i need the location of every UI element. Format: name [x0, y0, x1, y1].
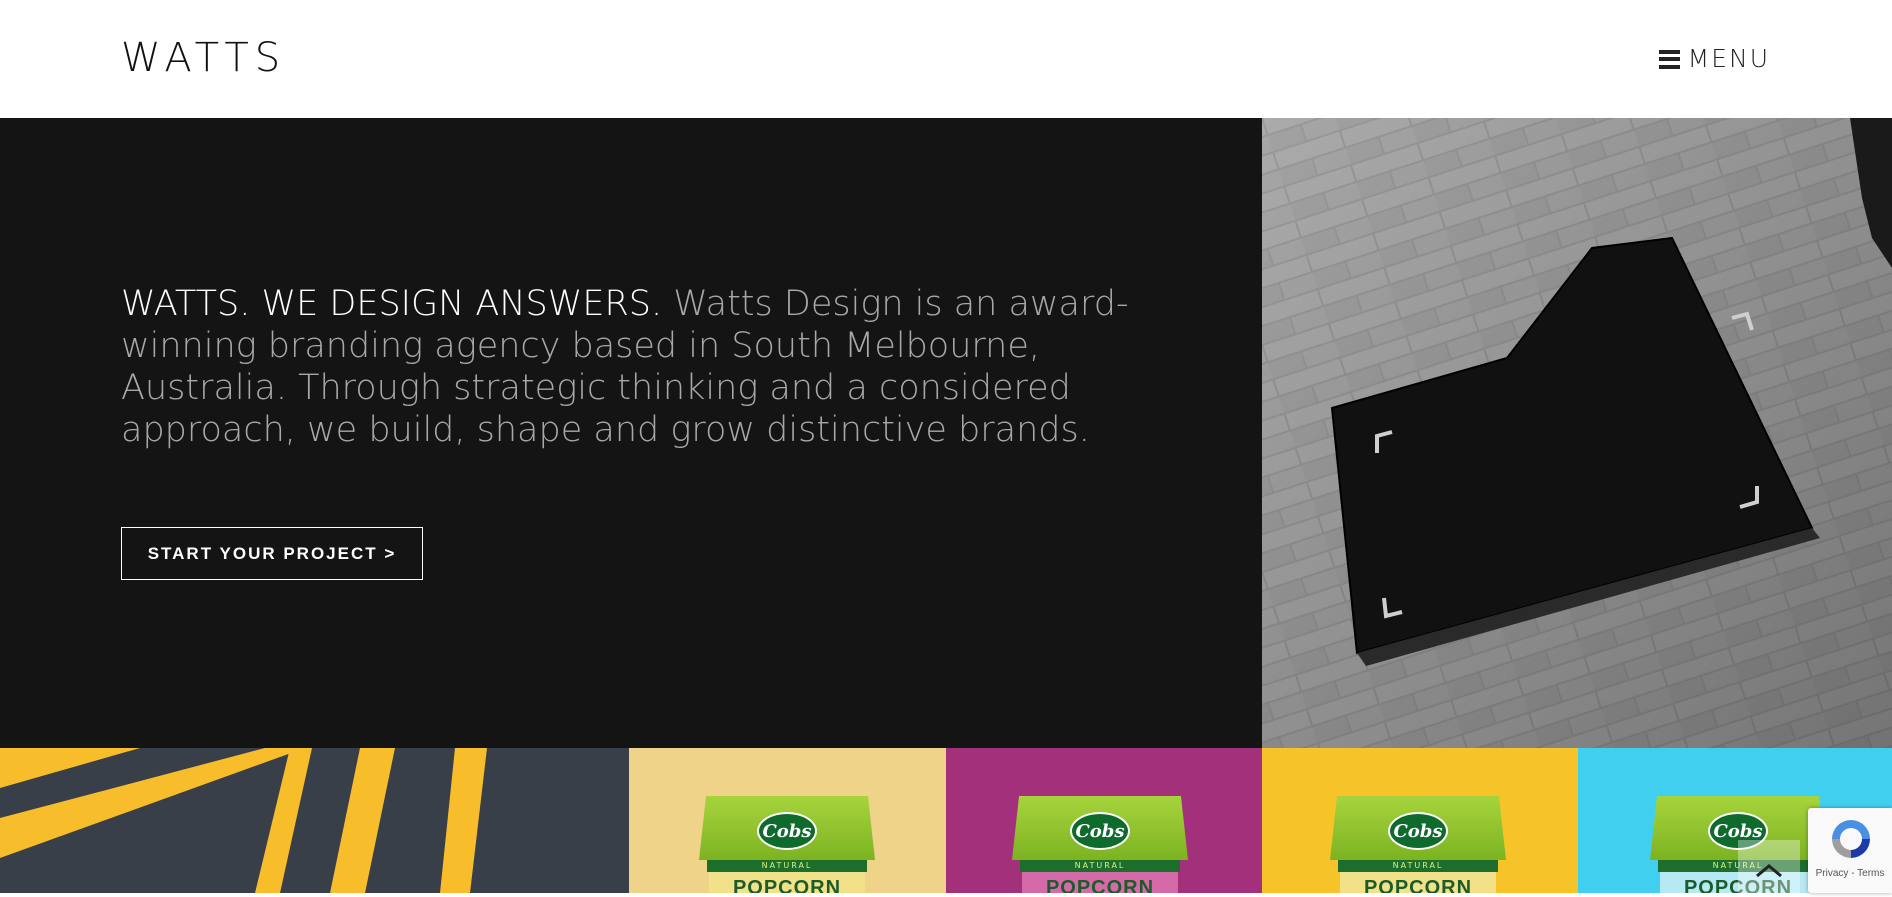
scroll-to-top-button[interactable] — [1738, 840, 1800, 893]
cobs-logo: Cobs — [1070, 812, 1130, 850]
signage-photo — [1262, 118, 1892, 748]
site-logo[interactable]: WATTS — [121, 34, 286, 82]
menu-button[interactable]: MENU — [1658, 44, 1770, 74]
hero-intro: WATTS. WE DESIGN ANSWERS. Watts Design i… — [121, 283, 1131, 451]
popcorn-bag: Cobs NATURAL POPCORN — [1012, 796, 1188, 893]
chevron-up-icon — [1756, 864, 1782, 878]
portfolio-tiles: Cobs NATURAL POPCORN Cobs NATURAL POPCOR… — [0, 748, 1892, 893]
bag-product: POPCORN — [1340, 872, 1496, 893]
popcorn-bag: Cobs NATURAL POPCORN — [699, 796, 875, 893]
hamburger-icon — [1658, 49, 1680, 69]
start-project-button[interactable]: START YOUR PROJECT > — [121, 527, 423, 580]
portfolio-tile-cobs-magenta[interactable]: Cobs NATURAL POPCORN — [946, 748, 1262, 893]
popcorn-bag: Cobs NATURAL POPCORN — [1330, 796, 1506, 893]
bag-band: NATURAL — [707, 860, 867, 872]
stripes-graphic — [0, 748, 487, 893]
recaptcha-terms[interactable]: Privacy - Terms — [1808, 868, 1892, 879]
portfolio-tile-cobs-gold[interactable]: Cobs NATURAL POPCORN — [1262, 748, 1578, 893]
hero-headline: WATTS. WE DESIGN ANSWERS. — [121, 284, 663, 324]
portfolio-tile-cobs-yellow[interactable]: Cobs NATURAL POPCORN — [629, 748, 946, 893]
bag-band: NATURAL — [1020, 860, 1180, 872]
hero-section: WATTS. WE DESIGN ANSWERS. Watts Design i… — [0, 118, 1262, 748]
site-header: WATTS MENU — [0, 0, 1892, 118]
cobs-logo: Cobs — [757, 812, 817, 850]
bag-band: NATURAL — [1338, 860, 1498, 872]
recaptcha-icon — [1832, 820, 1870, 858]
menu-label: MENU — [1687, 44, 1770, 73]
recaptcha-badge[interactable]: Privacy - Terms — [1808, 808, 1892, 893]
bag-product: POPCORN — [1022, 872, 1178, 893]
portfolio-tile-stripes[interactable] — [0, 748, 629, 893]
bag-product: POPCORN — [709, 872, 865, 893]
signage-image — [1262, 118, 1892, 748]
cobs-logo: Cobs — [1388, 812, 1448, 850]
